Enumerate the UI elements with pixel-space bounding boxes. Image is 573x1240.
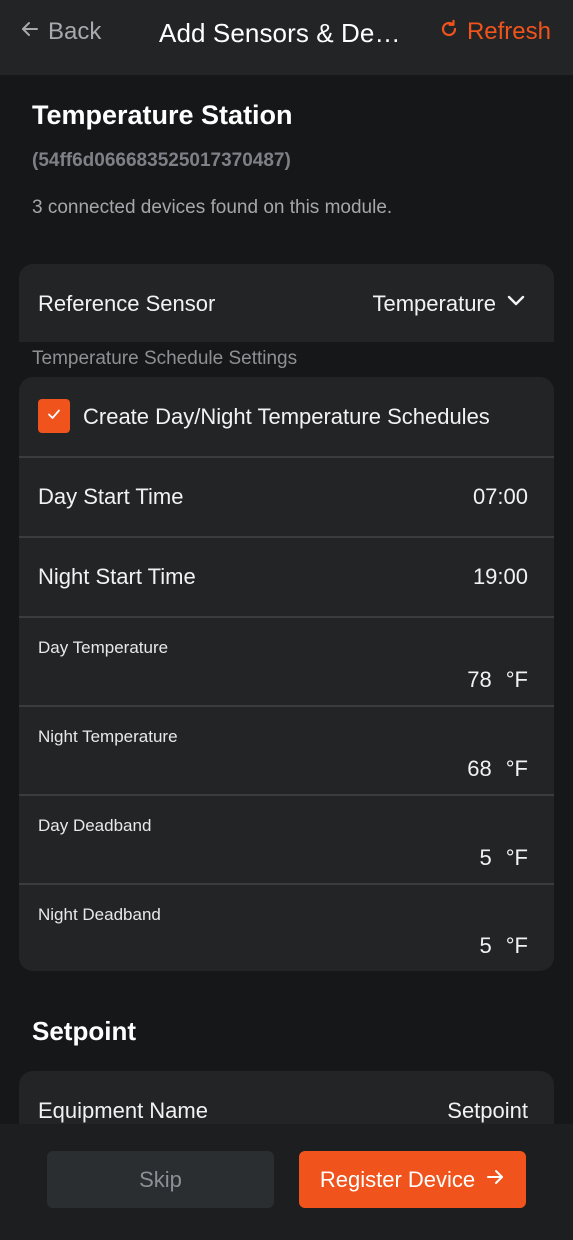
register-label: Register Device: [319, 1166, 476, 1192]
night-start-time-value[interactable]: 19:00: [473, 564, 528, 590]
setpoint-section-title: Setpoint: [32, 1016, 136, 1046]
day-deadband-row[interactable]: Day Deadband 5 °F: [19, 794, 554, 883]
day-deadband-value: 5: [479, 845, 492, 870]
refresh-label: Refresh: [466, 18, 551, 45]
temperature-unit: °F: [505, 845, 528, 870]
night-start-time-row[interactable]: Night Start Time 19:00: [19, 536, 554, 616]
night-start-time-label: Night Start Time: [38, 564, 196, 589]
night-temperature-label: Night Temperature: [38, 727, 178, 746]
refresh-button[interactable]: Refresh: [439, 18, 551, 46]
skip-button[interactable]: Skip: [47, 1151, 274, 1208]
back-label: Back: [48, 18, 102, 45]
check-icon: [47, 407, 61, 426]
day-temperature-row[interactable]: Day Temperature 78 °F: [19, 616, 554, 705]
arrow-right-icon: [485, 1167, 505, 1193]
day-start-time-row[interactable]: Day Start Time 07:00: [19, 456, 554, 536]
equipment-name-label: Equipment Name: [38, 1098, 208, 1123]
night-deadband-value: 5: [479, 933, 492, 958]
schedule-checkbox-label: Create Day/Night Temperature Schedules: [83, 404, 490, 429]
night-temperature-input[interactable]: 68 °F: [467, 756, 528, 782]
night-deadband-label: Night Deadband: [38, 905, 161, 924]
schedule-checkbox[interactable]: [38, 399, 70, 433]
register-device-button[interactable]: Register Device: [299, 1151, 526, 1208]
day-deadband-input[interactable]: 5 °F: [480, 845, 529, 871]
reference-sensor-row[interactable]: Reference Sensor Temperature: [19, 264, 554, 342]
module-name: Temperature Station: [32, 100, 293, 130]
schedule-section-label: Temperature Schedule Settings: [32, 348, 298, 369]
schedule-toggle-row[interactable]: Create Day/Night Temperature Schedules: [19, 377, 554, 456]
chevron-down-icon: [506, 291, 526, 317]
day-start-time-label: Day Start Time: [38, 484, 184, 509]
app-screen: Back Add Sensors & Devi... Refresh Tempe…: [0, 0, 573, 1240]
reference-sensor-value: Temperature: [372, 291, 496, 316]
arrow-left-icon: [20, 18, 40, 46]
day-temperature-input[interactable]: 78 °F: [467, 667, 528, 693]
night-temperature-row[interactable]: Night Temperature 68 °F: [19, 705, 554, 794]
day-start-time-value[interactable]: 07:00: [473, 484, 528, 510]
night-deadband-row[interactable]: Night Deadband 5 °F: [19, 883, 554, 971]
temperature-unit: °F: [505, 933, 528, 958]
temperature-unit: °F: [505, 667, 528, 692]
bottom-action-bar: Skip Register Device: [0, 1124, 573, 1240]
day-temperature-value: 78: [467, 667, 492, 692]
schedule-card: Create Day/Night Temperature Schedules D…: [19, 377, 554, 971]
module-status: 3 connected devices found on this module…: [32, 197, 393, 218]
day-deadband-label: Day Deadband: [38, 816, 152, 835]
back-button[interactable]: Back: [20, 18, 101, 46]
night-deadband-input[interactable]: 5 °F: [480, 933, 529, 959]
refresh-icon: [439, 18, 459, 46]
skip-label: Skip: [139, 1166, 182, 1192]
equipment-name-value[interactable]: Setpoint: [447, 1098, 528, 1124]
temperature-unit: °F: [505, 756, 528, 781]
reference-sensor-select[interactable]: Temperature: [372, 291, 526, 317]
top-header: Back Add Sensors & Devi... Refresh: [0, 0, 573, 75]
page-title: Add Sensors & Devi...: [159, 18, 411, 48]
reference-sensor-label: Reference Sensor: [38, 291, 216, 316]
module-id: (54ff6d066683525017370487): [32, 150, 291, 171]
day-temperature-label: Day Temperature: [38, 638, 169, 657]
night-temperature-value: 68: [467, 756, 492, 781]
